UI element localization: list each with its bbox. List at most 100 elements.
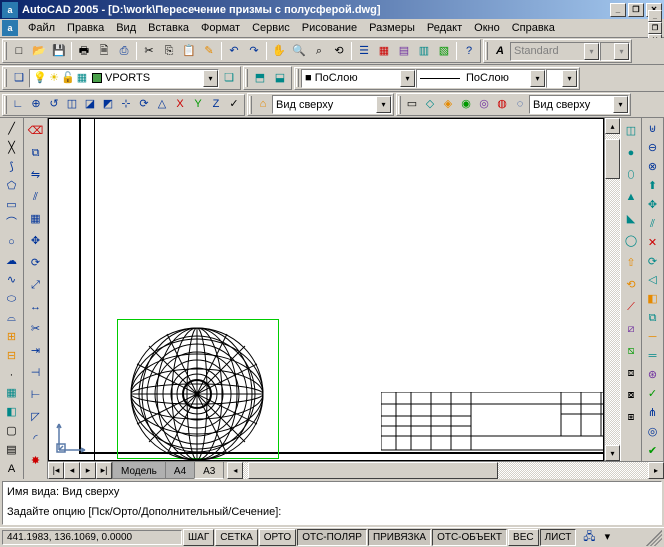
ucs-x-btn[interactable]: X <box>171 96 189 114</box>
ucs-face-btn[interactable]: ◫ <box>63 96 81 114</box>
table-tool[interactable]: ▤ <box>1 441 23 460</box>
box-tool[interactable]: ◫ <box>620 120 642 142</box>
rotate-face-tool[interactable]: ⟳ <box>642 253 664 272</box>
save-button[interactable]: 💾 <box>49 41 69 61</box>
shade-hidden-btn[interactable]: ◈ <box>439 96 457 114</box>
polyline-tool[interactable]: ⟆ <box>1 158 23 177</box>
copy-face-tool[interactable]: ⧉ <box>642 309 664 328</box>
menu-format[interactable]: Формат <box>195 20 246 36</box>
ellipse-tool[interactable]: ⬭ <box>1 290 23 309</box>
print-preview-button[interactable]: 🗎 <box>94 41 114 61</box>
extend-tool[interactable]: ⇥ <box>25 340 47 362</box>
tab-next-btn[interactable]: ▸ <box>80 462 96 479</box>
region-tool[interactable]: ▢ <box>1 422 23 441</box>
pan-button[interactable]: ✋ <box>269 41 289 61</box>
toolbar-grip[interactable] <box>245 69 248 87</box>
break-tool[interactable]: ⊣ <box>25 362 47 384</box>
tab-model[interactable]: Модель <box>112 462 166 479</box>
text-style-combo[interactable]: Standard ▾ <box>510 42 600 61</box>
taper-face-tool[interactable]: ◁ <box>642 272 664 291</box>
interfere-tool[interactable]: ⧅ <box>620 340 642 362</box>
clean-tool[interactable]: ✓ <box>642 385 664 404</box>
ucs-icon-btn[interactable]: ∟ <box>9 96 27 114</box>
copy-button[interactable]: ⎘ <box>159 41 179 61</box>
extrude-face-tool[interactable]: ⬆ <box>642 177 664 196</box>
fillet-tool[interactable]: ◜ <box>25 428 47 450</box>
layer-combo[interactable]: 💡 ☀ 🔓 ▦ VPORTS ▾ <box>29 69 219 88</box>
shade-flat-btn[interactable]: ◉ <box>457 96 475 114</box>
ucs-world-btn[interactable]: ⊕ <box>27 96 45 114</box>
revcloud-tool[interactable]: ☁ <box>1 252 23 271</box>
minimize-button[interactable]: _ <box>610 3 626 17</box>
point-tool[interactable]: · <box>1 366 23 385</box>
union-tool[interactable]: ⊎ <box>642 120 664 139</box>
scroll-thumb[interactable] <box>248 462 498 479</box>
toolbar-grip[interactable] <box>4 96 7 114</box>
make-current-button[interactable]: ⬒ <box>250 68 270 88</box>
redo-button[interactable]: ↷ <box>244 41 264 61</box>
intersect-tool[interactable]: ⊗ <box>642 158 664 177</box>
tab-first-btn[interactable]: |◂ <box>48 462 64 479</box>
menu-help[interactable]: Справка <box>506 20 561 36</box>
ucs-y-btn[interactable]: Y <box>189 96 207 114</box>
text-height-combo[interactable]: ▾ <box>600 42 630 61</box>
delete-face-tool[interactable]: ✕ <box>642 234 664 253</box>
status-toggle-привязка[interactable]: ПРИВЯЗКА <box>368 529 431 546</box>
chamfer-tool[interactable]: ◸ <box>25 406 47 428</box>
mtext-tool[interactable]: A <box>1 460 23 479</box>
menu-modify[interactable]: Редакт <box>421 20 468 36</box>
check-tool[interactable]: ✔ <box>642 442 664 461</box>
copy-obj-tool[interactable]: ⧉ <box>25 142 47 164</box>
shade-gouraud-btn[interactable]: ◎ <box>475 96 493 114</box>
make-block-tool[interactable]: ⊟ <box>1 347 23 366</box>
break-at-tool[interactable]: ⊢ <box>25 384 47 406</box>
publish-button[interactable]: ⎙ <box>114 41 134 61</box>
ucs-z-btn[interactable]: ⟳ <box>135 96 153 114</box>
layer-iso-button[interactable]: ⬓ <box>270 68 290 88</box>
ucs-3p-btn[interactable]: △ <box>153 96 171 114</box>
tool-palette-button[interactable]: ▤ <box>394 41 414 61</box>
ucs-apply-btn[interactable]: ✓ <box>225 96 243 114</box>
scroll-thumb[interactable] <box>605 139 620 179</box>
insert-block-tool[interactable]: ⊞ <box>1 328 23 347</box>
imprint-tool[interactable]: ⊛ <box>642 366 664 385</box>
circle-tool[interactable]: ○ <box>1 233 23 252</box>
resize-grip[interactable] <box>646 530 662 546</box>
menu-view[interactable]: Вид <box>110 20 142 36</box>
ellipse-arc-tool[interactable]: ⌓ <box>1 309 23 328</box>
scale-tool[interactable]: ⤢ <box>25 274 47 296</box>
dropdown-icon[interactable]: ▾ <box>562 70 577 87</box>
shade-2d-btn[interactable]: ▭ <box>403 96 421 114</box>
scroll-down-btn[interactable]: ▾ <box>605 445 620 461</box>
array-tool[interactable]: ▦ <box>25 208 47 230</box>
shade-3d-btn[interactable]: ◇ <box>421 96 439 114</box>
zoom-prev-button[interactable]: ⟲ <box>329 41 349 61</box>
menu-window[interactable]: Окно <box>468 20 506 36</box>
stretch-tool[interactable]: ↔ <box>25 296 47 318</box>
named-views-btn[interactable]: ⌂ <box>254 96 272 114</box>
cylinder-tool[interactable]: ⬯ <box>620 164 642 186</box>
cone-tool[interactable]: ▲ <box>620 186 642 208</box>
menu-edit[interactable]: Правка <box>61 20 110 36</box>
status-toggle-орто[interactable]: ОРТО <box>259 529 296 546</box>
menu-draw[interactable]: Рисование <box>296 20 363 36</box>
ucs-obj-btn[interactable]: ◪ <box>81 96 99 114</box>
trim-tool[interactable]: ✂ <box>25 318 47 340</box>
offset-tool[interactable]: ⫽ <box>25 186 47 208</box>
tab-last-btn[interactable]: ▸| <box>96 462 112 479</box>
hatch-tool[interactable]: ▦ <box>1 384 23 403</box>
view-combo-2[interactable]: Вид сверху ▾ <box>529 95 629 114</box>
help-button[interactable]: ? <box>459 41 479 61</box>
toolbar-grip[interactable] <box>485 42 488 60</box>
maximize-button[interactable]: ❐ <box>628 3 644 17</box>
text-style-button[interactable]: A <box>490 41 510 61</box>
tab-a3[interactable]: A3 <box>194 462 224 479</box>
status-toggle-вес[interactable]: ВЕС <box>508 529 539 546</box>
dropdown-icon[interactable]: ▾ <box>584 43 599 60</box>
status-comm-icon[interactable]: 🖧 <box>580 529 598 547</box>
sheet-set-button[interactable]: ▥ <box>414 41 434 61</box>
toolbar-grip[interactable] <box>249 96 252 114</box>
layer-prev-button[interactable]: ❏ <box>219 68 239 88</box>
copy-edge-tool[interactable]: ═ <box>642 347 664 366</box>
move-tool[interactable]: ✥ <box>25 230 47 252</box>
